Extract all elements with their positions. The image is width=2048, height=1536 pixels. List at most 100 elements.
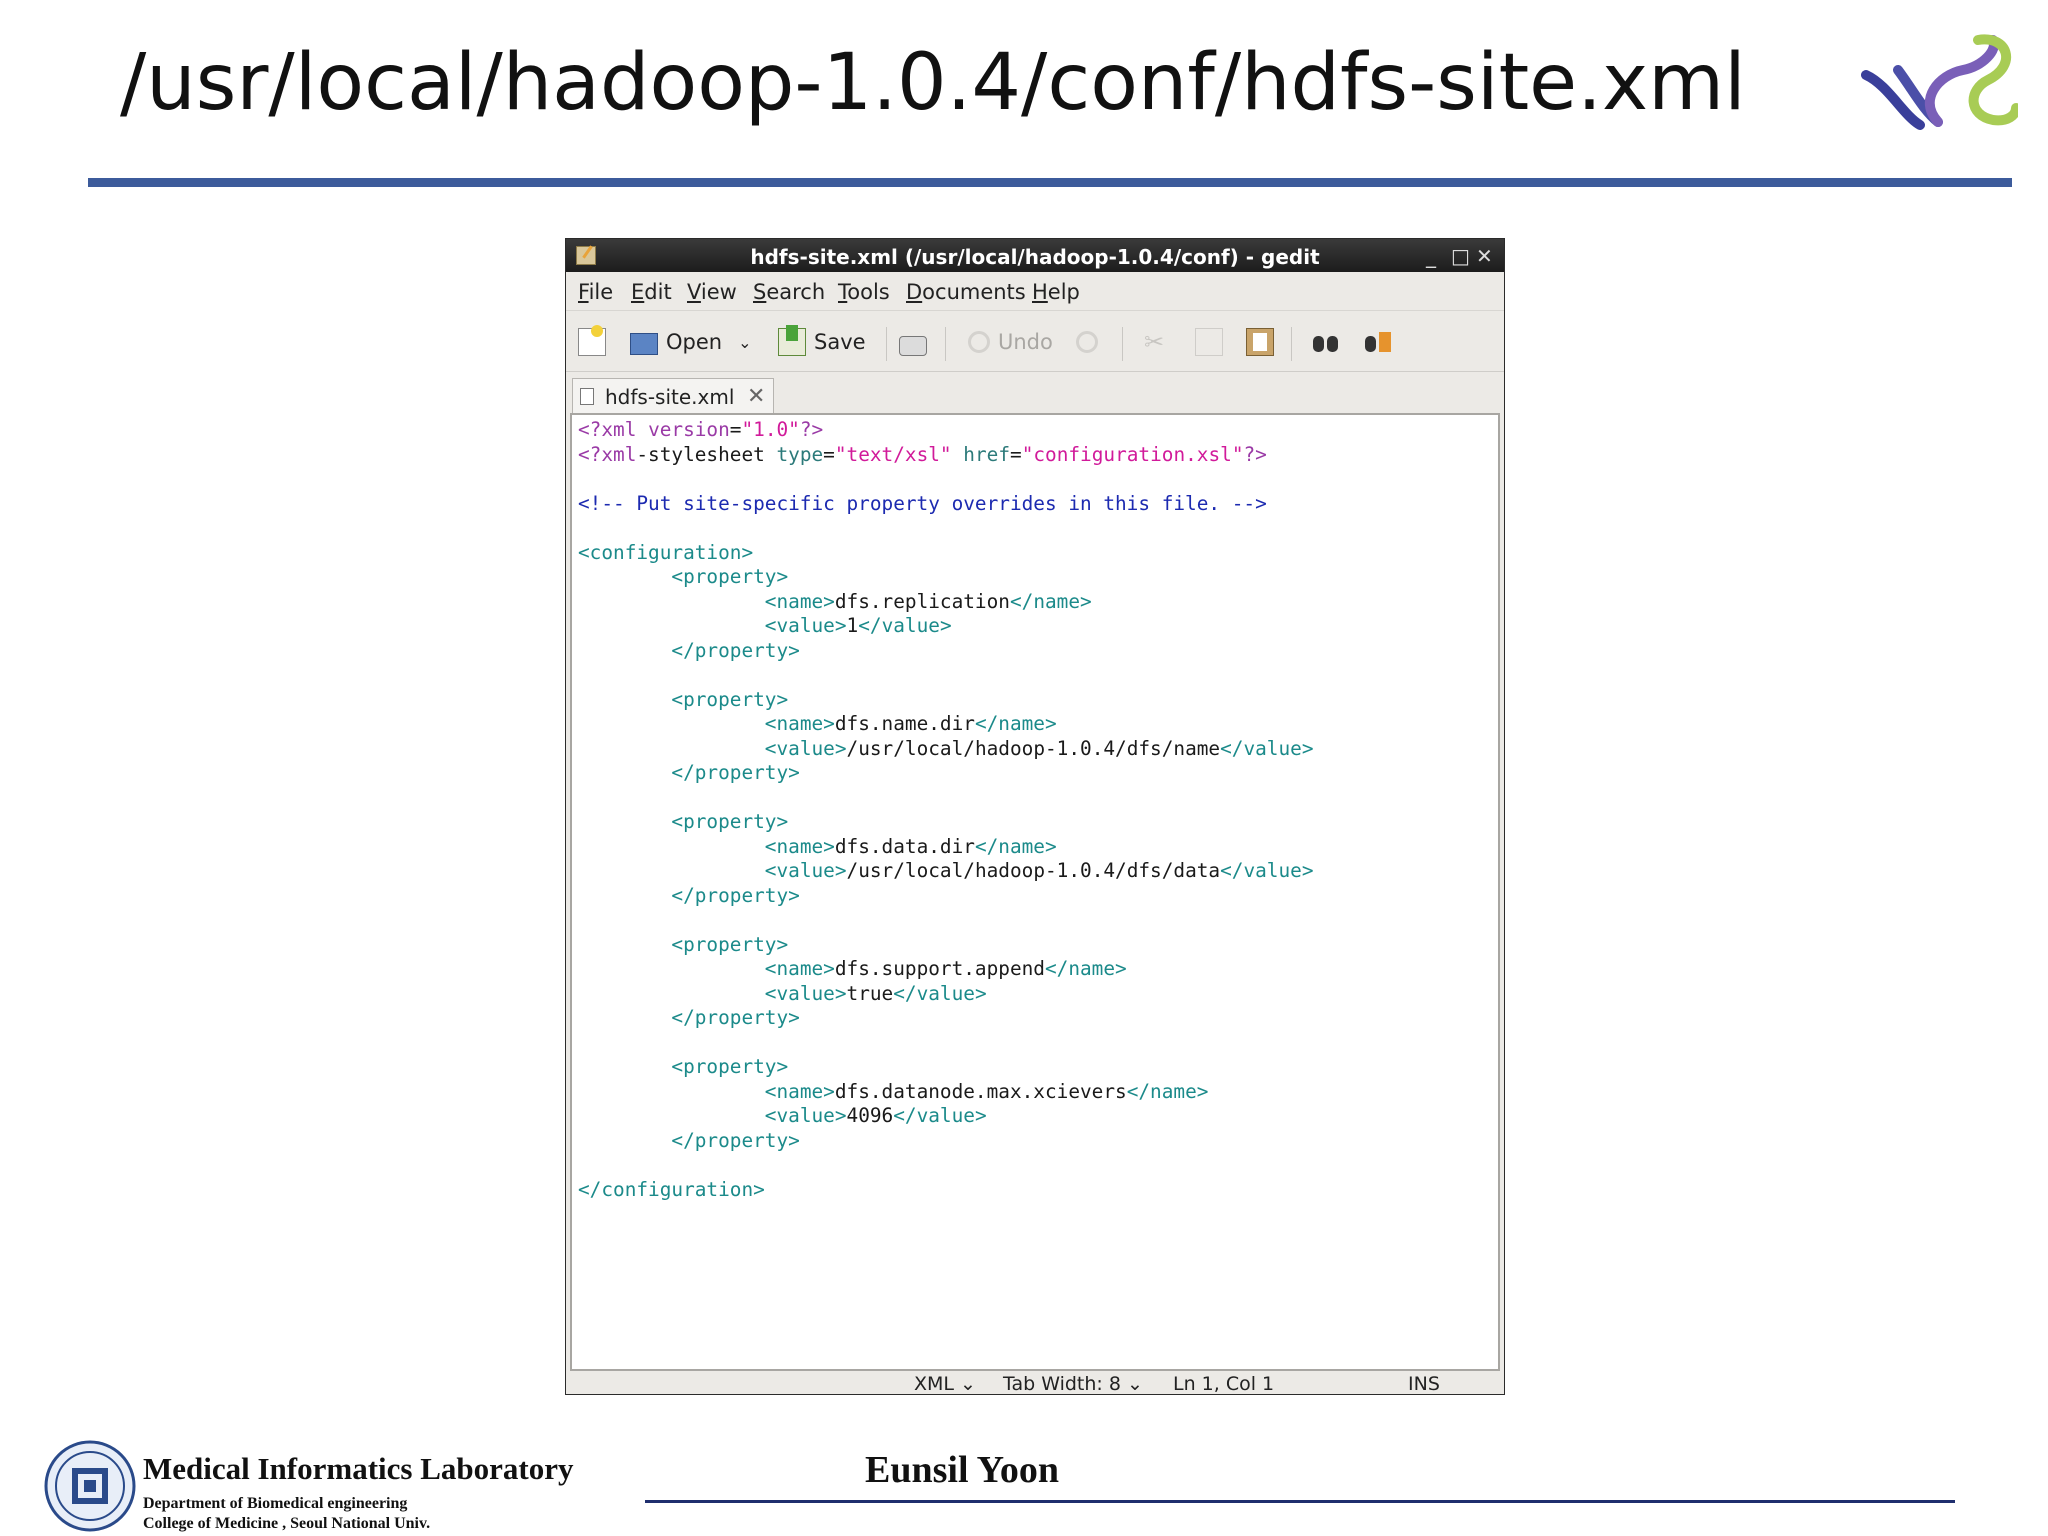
text-editor[interactable]: <?xml version="1.0"?> <?xml-stylesheet ty… [570, 413, 1500, 1371]
new-document-button[interactable] [578, 325, 606, 359]
menu-search[interactable]: Search [753, 280, 825, 304]
clipboard-icon [1246, 328, 1274, 356]
close-icon[interactable]: ✕ [1476, 244, 1493, 268]
find-replace-icon [1364, 328, 1392, 356]
code-line: <name>dfs.name.dir</name> [764, 712, 1057, 735]
redo-icon [1076, 331, 1098, 353]
folder-icon [630, 333, 658, 355]
undo-button[interactable]: Undo [968, 325, 1053, 359]
lab-name: Medical Informatics Laboratory [143, 1451, 574, 1486]
find-replace-button[interactable] [1364, 325, 1392, 359]
menu-bar: File Edit View Search Tools Documents He… [566, 272, 1504, 310]
code-line: <property> [671, 687, 789, 711]
code-line: <?xml version="1.0"?> [578, 418, 824, 441]
code-line: <property> [671, 1055, 789, 1078]
binoculars-icon [1312, 328, 1340, 356]
code-line: <property> [671, 565, 789, 588]
code-line: <value>4096</value> [764, 1104, 987, 1127]
author-name: Eunsil Yoon [865, 1449, 1059, 1491]
undo-label: Undo [998, 330, 1053, 354]
code-line: <configuration> [578, 540, 754, 564]
window-title: hdfs-site.xml (/usr/local/hadoop-1.0.4/c… [750, 245, 1320, 269]
menu-help[interactable]: Help [1032, 280, 1080, 304]
menu-file[interactable]: File [578, 280, 613, 304]
maximize-icon[interactable]: □ [1451, 244, 1470, 268]
code-line: </property> [671, 1006, 800, 1029]
tab-width-selector[interactable]: Tab Width: 8 ⌄ [1003, 1373, 1143, 1395]
document-icon [580, 388, 594, 405]
code-line: </property> [671, 638, 800, 662]
tab-strip: hdfs-site.xml ✕ [566, 372, 1504, 414]
tab-hdfs-site-xml[interactable]: hdfs-site.xml ✕ [572, 378, 774, 414]
chevron-down-icon: ⌄ [960, 1373, 976, 1395]
new-document-icon [578, 325, 606, 356]
code-line: <value>/usr/local/hadoop-1.0.4/dfs/name<… [764, 736, 1314, 760]
menu-tools[interactable]: Tools [838, 280, 890, 304]
cut-button[interactable]: ✂ [1144, 325, 1172, 359]
chevron-down-icon: ⌄ [1126, 1373, 1143, 1395]
code-line: <name>dfs.support.append</name> [764, 957, 1127, 980]
menu-documents[interactable]: Documents [906, 280, 1026, 304]
status-bar: XML ⌄ Tab Width: 8 ⌄ Ln 1, Col 1 INS [566, 1371, 1504, 1396]
tab-width-label: Tab Width: 8 [1003, 1373, 1121, 1395]
open-button[interactable]: Open ⌄ [630, 325, 752, 359]
toolbar-separator [1291, 327, 1292, 361]
save-label: Save [814, 330, 866, 354]
code-line: <value>/usr/local/hadoop-1.0.4/dfs/data<… [764, 859, 1314, 882]
undo-icon [968, 331, 990, 353]
paste-button[interactable] [1246, 325, 1274, 359]
code-content[interactable]: <?xml version="1.0"?> <?xml-stylesheet ty… [578, 418, 1314, 1202]
code-line: <value>1</value> [764, 614, 952, 637]
language-selector[interactable]: XML ⌄ [914, 1373, 976, 1395]
title-rule [88, 178, 2012, 187]
code-line: <name>dfs.data.dir</name> [764, 834, 1057, 858]
menu-edit[interactable]: Edit [631, 280, 672, 304]
university-seal-icon [44, 1440, 136, 1532]
toolbar: Open ⌄ Save Undo ✂ [566, 310, 1504, 372]
lab-college: College of Medicine , Seoul National Uni… [143, 1515, 431, 1532]
minimize-icon[interactable]: _ [1426, 244, 1436, 268]
code-line: </property> [671, 883, 800, 907]
tab-close-icon[interactable]: ✕ [747, 383, 765, 409]
code-line: <name>dfs.datanode.max.xcievers</name> [764, 1079, 1209, 1103]
print-button[interactable] [899, 325, 927, 359]
code-line: </configuration> [578, 1177, 765, 1201]
language-label: XML [914, 1373, 954, 1395]
toolbar-separator [945, 327, 946, 361]
lab-logo-icon [1861, 34, 2018, 130]
scissors-icon: ✂ [1144, 328, 1165, 356]
insert-mode: INS [1408, 1373, 1440, 1395]
code-line: <!-- Put site-specific property override… [578, 491, 1267, 515]
printer-icon [899, 336, 927, 356]
footer-rule [645, 1500, 1955, 1503]
window-titlebar[interactable]: hdfs-site.xml (/usr/local/hadoop-1.0.4/c… [566, 239, 1504, 272]
copy-button[interactable] [1195, 325, 1223, 359]
code-line: </property> [671, 761, 800, 784]
code-line: </property> [671, 1128, 800, 1152]
lab-department: Department of Biomedical engineering [143, 1495, 408, 1512]
redo-button[interactable] [1076, 325, 1098, 359]
copy-icon [1195, 328, 1223, 356]
code-line: <value>true</value> [764, 981, 987, 1005]
find-button[interactable] [1312, 325, 1340, 359]
save-icon [778, 325, 806, 356]
menu-view[interactable]: View [687, 280, 737, 304]
code-line: <property> [671, 932, 789, 956]
toolbar-separator [886, 327, 887, 361]
code-line: <?xml-stylesheet type="text/xsl" href="c… [578, 442, 1267, 466]
chevron-down-icon[interactable]: ⌄ [738, 333, 751, 352]
tab-label: hdfs-site.xml [605, 385, 735, 409]
gedit-window: hdfs-site.xml (/usr/local/hadoop-1.0.4/c… [565, 238, 1505, 1395]
cursor-position: Ln 1, Col 1 [1173, 1373, 1275, 1395]
toolbar-separator [1122, 327, 1123, 361]
code-line: <name>dfs.replication</name> [764, 589, 1092, 613]
code-line: <property> [671, 810, 789, 833]
save-button[interactable]: Save [778, 325, 866, 359]
